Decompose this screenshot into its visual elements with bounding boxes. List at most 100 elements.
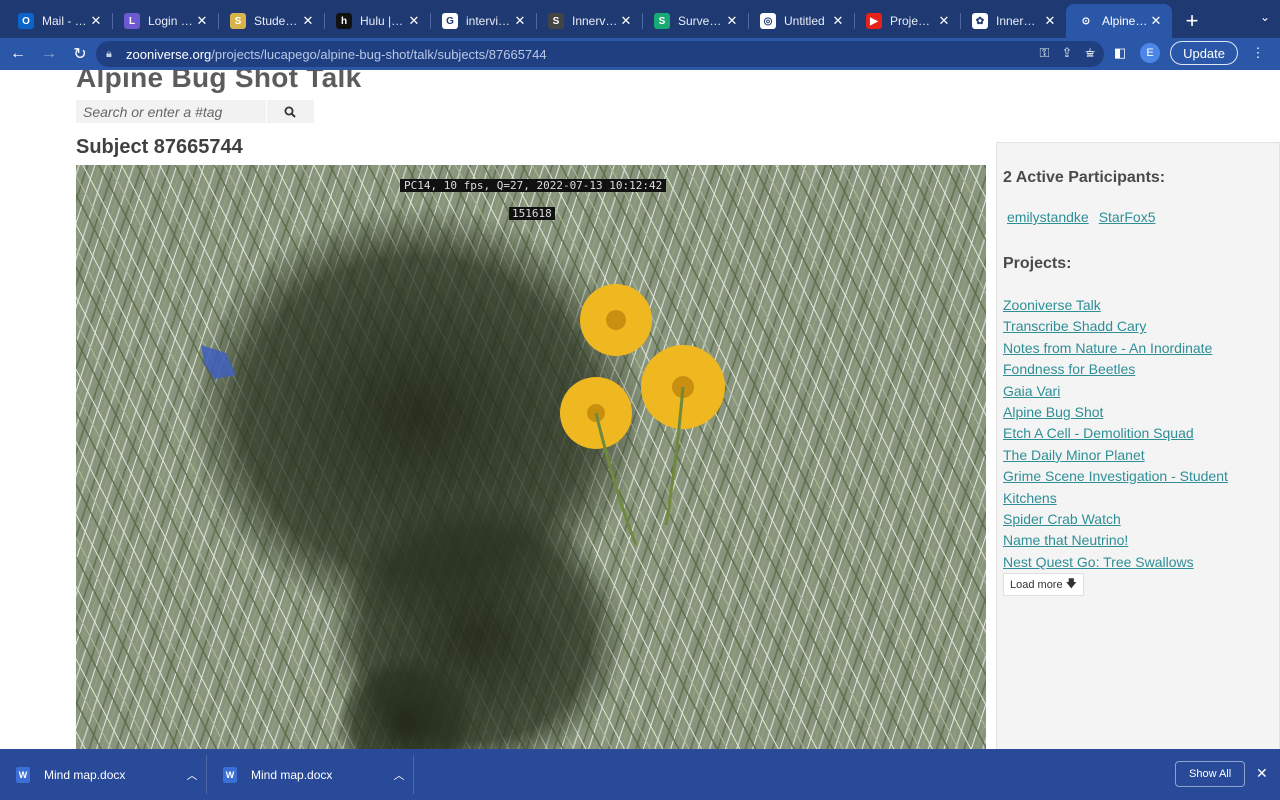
project-link[interactable]: The Daily Minor Planet	[1003, 447, 1145, 463]
youtube-icon: ▶	[866, 13, 882, 29]
browser-tab[interactable]: S Student Portal✕	[218, 4, 324, 38]
download-item[interactable]: W Mind map.docx ︿	[0, 749, 207, 800]
project-list: Zooniverse Talk Transcribe Shadd Cary Note…	[1003, 295, 1273, 573]
tab-title: Alpine Bug Shot	[1102, 14, 1148, 28]
tab-list: OMail - Stanford✕LLogin - N✕SStudent Por…	[6, 4, 1172, 38]
projects-heading: Projects:	[1003, 255, 1072, 272]
project-link[interactable]: Etch A Cell - Demolition Squad	[1003, 425, 1194, 441]
tab-title: Student Portal	[254, 14, 300, 28]
globe-icon: ◎	[760, 13, 776, 29]
login-icon: L	[124, 13, 140, 29]
reading-list-icon[interactable]: ≡	[1080, 43, 1100, 63]
word-doc-icon: W	[223, 766, 237, 783]
reload-button[interactable]: ↻	[67, 41, 93, 67]
tab-title: InnerView	[996, 14, 1042, 28]
more-menu-icon[interactable]: ⋮	[1248, 43, 1268, 63]
project-list-item: Transcribe Shadd Cary	[1003, 316, 1273, 337]
download-filename: Mind map.docx	[44, 767, 126, 782]
frame-number-overlay: 151618	[509, 207, 555, 220]
participant-link[interactable]: emilystandke	[1007, 209, 1089, 225]
talk-search	[76, 100, 314, 123]
tab-search-chevron-icon[interactable]: ⌄	[1260, 10, 1270, 24]
tab-close-icon[interactable]: ✕	[830, 13, 846, 29]
tab-close-icon[interactable]: ✕	[88, 13, 104, 29]
tab-title: Untitled	[784, 14, 825, 28]
new-tab-button[interactable]: +	[1174, 4, 1210, 38]
project-list-item: Nest Quest Go: Tree Swallows	[1003, 552, 1273, 573]
download-item[interactable]: W Mind map.docx ︿	[207, 749, 414, 800]
google-icon: G	[442, 13, 458, 29]
forward-button[interactable]: →	[36, 41, 62, 67]
browser-tab[interactable]: ▶ Projects on YouTube✕	[854, 4, 960, 38]
tab-close-icon[interactable]: ✕	[512, 13, 528, 29]
project-list-item: Etch A Cell - Demolition Squad	[1003, 423, 1273, 444]
project-list-item: Zooniverse Talk	[1003, 295, 1273, 316]
arrow-down-icon: 🡇	[1065, 578, 1077, 590]
subject-image[interactable]: PC14, 10 fps, Q=27, 2022-07-13 10:12:42 …	[76, 165, 986, 750]
back-button[interactable]: ←	[5, 41, 31, 67]
lock-icon: 🔒︎	[106, 47, 112, 60]
tab-close-icon[interactable]: ✕	[194, 13, 210, 29]
project-link[interactable]: Gaia Vari	[1003, 383, 1060, 399]
browser-tab-strip: OMail - Stanford✕LLogin - N✕SStudent Por…	[0, 0, 1280, 38]
browser-tab[interactable]: ✿ InnerView✕	[960, 4, 1066, 38]
project-link[interactable]: Zooniverse Talk	[1003, 297, 1101, 313]
address-bar[interactable]: 🔒︎ zooniverse.org/projects/lucapego/alpi…	[96, 41, 1104, 67]
project-list-item: Alpine Bug Shot	[1003, 402, 1273, 423]
project-link[interactable]: Grime Scene Investigation - Student	[1003, 468, 1228, 484]
browser-tab[interactable]: ◎ Untitled ✕	[748, 4, 854, 38]
browser-tab[interactable]: S Innerview✕	[536, 4, 642, 38]
project-list-item: Gaia Vari	[1003, 381, 1273, 402]
share-icon[interactable]: ⇪	[1061, 45, 1072, 61]
project-link[interactable]: Nest Quest Go: Tree Swallows	[1003, 554, 1194, 570]
browser-tab[interactable]: L Login - N ✕	[112, 4, 218, 38]
project-list-item: Kitchens	[1003, 488, 1273, 509]
zooniverse-icon: ⊙	[1078, 13, 1094, 29]
project-link[interactable]: Alpine Bug Shot	[1003, 404, 1103, 420]
load-more-button[interactable]: Load more 🡇	[1003, 573, 1084, 596]
tab-close-icon[interactable]: ✕	[1042, 13, 1058, 29]
tab-title: Login - N	[148, 14, 194, 28]
browser-tab[interactable]: Ginterview ✕	[430, 4, 536, 38]
downloads-bar: W Mind map.docx ︿ W Mind map.docx ︿ Show…	[0, 749, 1280, 800]
tab-close-icon[interactable]: ✕	[406, 13, 422, 29]
url-host: zooniverse.org	[126, 46, 212, 62]
chevron-up-icon[interactable]: ︿	[177, 767, 207, 783]
profile-avatar[interactable]: E	[1140, 43, 1161, 63]
browser-tab[interactable]: S SurveyMonkey✕	[642, 4, 748, 38]
student-icon: S	[230, 13, 246, 29]
project-list-item: Name that Neutrino!	[1003, 530, 1273, 551]
download-filename: Mind map.docx	[251, 767, 333, 782]
project-link[interactable]: Fondness for Beetles	[1003, 361, 1135, 377]
project-link[interactable]: Kitchens	[1003, 490, 1057, 506]
show-all-button[interactable]: Show All	[1175, 761, 1246, 787]
close-icon[interactable]: ✕	[1256, 765, 1268, 782]
project-link[interactable]: Spider Crab Watch	[1003, 511, 1121, 527]
tab-close-icon[interactable]: ✕	[1148, 13, 1164, 29]
tab-close-icon[interactable]: ✕	[300, 13, 316, 29]
tab-close-icon[interactable]: ✕	[724, 13, 740, 29]
tab-title: interview	[466, 14, 512, 28]
tab-title: Mail - Stanford	[42, 14, 88, 28]
project-link[interactable]: Transcribe Shadd Cary	[1003, 318, 1146, 334]
tab-close-icon[interactable]: ✕	[618, 13, 634, 29]
project-link[interactable]: Notes from Nature - An Inordinate	[1003, 340, 1212, 356]
participant-link[interactable]: StarFox5	[1099, 209, 1156, 225]
browser-tab[interactable]: h Hulu | Watch✕	[324, 4, 430, 38]
site-title: Alpine Bug Shot Talk	[76, 70, 362, 93]
tab-title: Hulu | Watch	[360, 14, 406, 28]
browser-toolbar: ← → ↻ 🔒︎ zooniverse.org/projects/lucapeg…	[0, 38, 1280, 70]
key-icon[interactable]: ⚿	[1040, 45, 1050, 61]
tab-close-icon[interactable]: ✕	[936, 13, 952, 29]
project-list-item: Notes from Nature - An Inordinate	[1003, 338, 1273, 359]
search-button[interactable]	[266, 100, 312, 123]
browser-tab[interactable]: O Mail - Stanford✕	[6, 4, 112, 38]
chevron-up-icon[interactable]: ︿	[384, 767, 414, 783]
talk-search-input[interactable]	[76, 100, 266, 123]
tab-title: SurveyMonkey	[678, 14, 724, 28]
update-button[interactable]: Update	[1170, 41, 1238, 65]
browser-tab[interactable]: ⊙ Alpine Bug Shot✕	[1066, 4, 1172, 38]
project-link[interactable]: Name that Neutrino!	[1003, 532, 1128, 548]
innerview-icon: S	[548, 13, 564, 29]
side-panel-icon[interactable]: ◧	[1110, 43, 1130, 63]
